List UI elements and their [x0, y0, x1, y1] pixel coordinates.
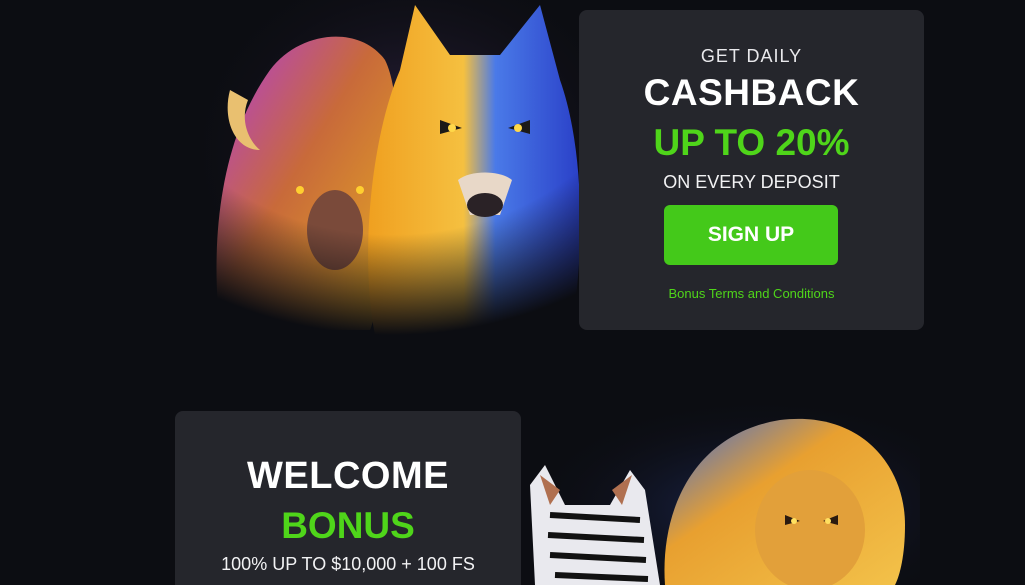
- cashback-accent: UP TO 20%: [653, 122, 850, 163]
- sign-up-button[interactable]: SIGN UP: [664, 205, 838, 265]
- welcome-card: WELCOME BONUS 100% UP TO $10,000 + 100 F…: [175, 411, 521, 585]
- welcome-subtext: 100% UP TO $10,000 + 100 FS: [221, 554, 475, 574]
- bonus-terms-link[interactable]: Bonus Terms and Conditions: [579, 286, 924, 301]
- welcome-accent: BONUS: [281, 505, 415, 546]
- cashback-headline: CASHBACK: [643, 72, 860, 113]
- cashback-card: GET DAILY CASHBACK UP TO 20% ON EVERY DE…: [579, 10, 924, 330]
- buffalo-wolf-artwork: [200, 0, 585, 335]
- zebra-lion-artwork: [520, 395, 920, 585]
- cashback-eyebrow: GET DAILY: [700, 46, 803, 66]
- welcome-headline: WELCOME: [247, 455, 449, 497]
- cashback-subtext: ON EVERY DEPOSIT: [663, 172, 840, 192]
- promo-page: GET DAILY CASHBACK UP TO 20% ON EVERY DE…: [0, 0, 1025, 585]
